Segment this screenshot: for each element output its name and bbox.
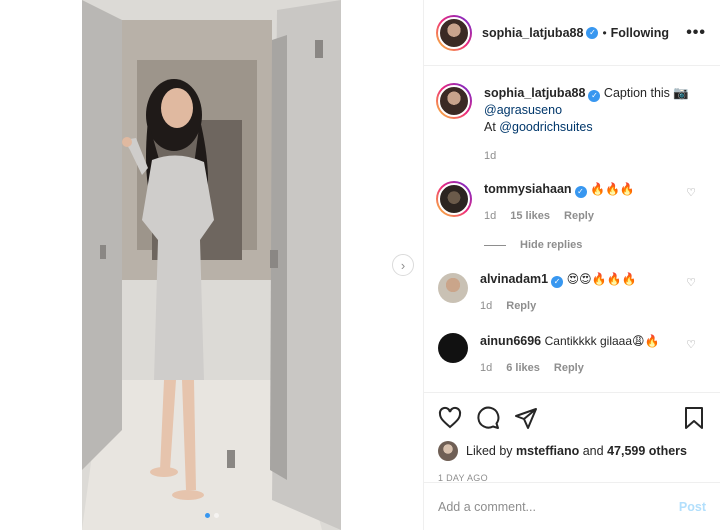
comment-icon[interactable] (476, 406, 500, 430)
share-icon[interactable] (514, 406, 538, 430)
reply-button[interactable]: Reply (506, 298, 536, 315)
comment-time: 1d (484, 210, 497, 222)
comment-text: 😍😍🔥🔥🔥 (566, 272, 637, 286)
liker-username[interactable]: msteffiano (516, 444, 579, 458)
caption-mention[interactable]: @agrasuseno (484, 103, 562, 117)
reply-button[interactable]: Reply (564, 208, 594, 225)
author-username[interactable]: sophia_latjuba88 (482, 26, 583, 40)
caption: sophia_latjuba88 ✓ Caption this 📷 @agrasu… (424, 67, 720, 165)
hide-replies-button[interactable]: Hide replies (484, 239, 720, 251)
post-photo-illustration (82, 0, 341, 530)
verified-badge-icon: ✓ (586, 26, 599, 39)
verified-badge-icon: ✓ (588, 90, 601, 102)
chevron-right-icon: › (400, 257, 406, 273)
comment-input[interactable] (438, 499, 679, 514)
commenter-avatar[interactable] (438, 333, 468, 363)
author-avatar[interactable] (436, 14, 472, 51)
location-prefix: At (484, 120, 496, 134)
comment-likes[interactable]: 15 likes (510, 208, 550, 225)
post-sidebar: sophia_latjuba88 ✓ • Following ••• sophi… (423, 0, 720, 530)
likes-count[interactable]: 47,599 others (607, 444, 687, 458)
comment-item: ainun6696 Cantikkkk gilaaa😩🔥 1d 6 likes … (424, 319, 720, 377)
like-comment-heart-icon[interactable]: ♡ (686, 338, 696, 351)
commenter-avatar[interactable] (436, 181, 472, 217)
comment-item: alvinadam1 ✓ 😍😍🔥🔥🔥 1d Reply ♡ (424, 259, 720, 315)
post-actions-section: Liked by msteffiano and 47,599 others 1 … (424, 392, 720, 483)
location-mention[interactable]: @goodrichsuites (499, 120, 592, 134)
post-timestamp: 1 DAY AGO (438, 473, 488, 483)
comment-text: 🔥🔥🔥 (590, 182, 635, 196)
likes-summary: Liked by msteffiano and 47,599 others (424, 435, 720, 461)
bookmark-icon[interactable] (682, 406, 706, 430)
comments-list[interactable]: sophia_latjuba88 ✓ Caption this 📷 @agrasu… (424, 67, 720, 392)
carousel-indicator (82, 513, 341, 518)
like-comment-heart-icon[interactable]: ♡ (686, 276, 696, 289)
divider (484, 244, 506, 246)
next-slide-button[interactable]: › (392, 254, 414, 276)
comment-author[interactable]: alvinadam1 (480, 272, 548, 286)
like-comment-heart-icon[interactable]: ♡ (686, 186, 696, 199)
add-comment-bar: Post (424, 482, 720, 530)
caption-text: Caption this 📷 (603, 86, 689, 100)
verified-badge-icon: ✓ (574, 186, 587, 198)
caption-time: 1d (484, 150, 497, 162)
likes-prefix: Liked by (466, 444, 513, 458)
comment-author[interactable]: ainun6696 (480, 334, 541, 348)
likes-middle: and (582, 444, 604, 458)
carousel-dot-active (204, 513, 210, 518)
caption-author[interactable]: sophia_latjuba88 (484, 86, 585, 100)
comment-likes[interactable]: 6 likes (506, 360, 540, 377)
heart-icon[interactable] (438, 406, 462, 430)
more-options-icon[interactable]: ••• (686, 24, 706, 42)
header-separator: • (602, 25, 607, 40)
comment-time: 1d (480, 300, 493, 312)
verified-badge-icon: ✓ (551, 276, 564, 288)
carousel-dot (213, 513, 219, 518)
post-image[interactable] (82, 0, 341, 530)
caption-author-avatar[interactable] (436, 83, 472, 119)
comment-item: tommysiahaan ✓ 🔥🔥🔥 1d 15 likes Reply ♡ (424, 169, 720, 225)
action-buttons (424, 393, 720, 435)
comment-time: 1d (480, 362, 493, 374)
comment-author[interactable]: tommysiahaan (484, 182, 572, 196)
following-button[interactable]: Following (611, 26, 669, 40)
post-header: sophia_latjuba88 ✓ • Following ••• (424, 0, 720, 66)
post-comment-button[interactable]: Post (679, 500, 706, 514)
comment-text: Cantikkkk gilaaa😩🔥 (544, 334, 660, 348)
liker-avatar[interactable] (438, 441, 458, 461)
commenter-avatar[interactable] (438, 273, 468, 303)
reply-button[interactable]: Reply (554, 360, 584, 377)
hide-replies-label: Hide replies (520, 239, 583, 251)
